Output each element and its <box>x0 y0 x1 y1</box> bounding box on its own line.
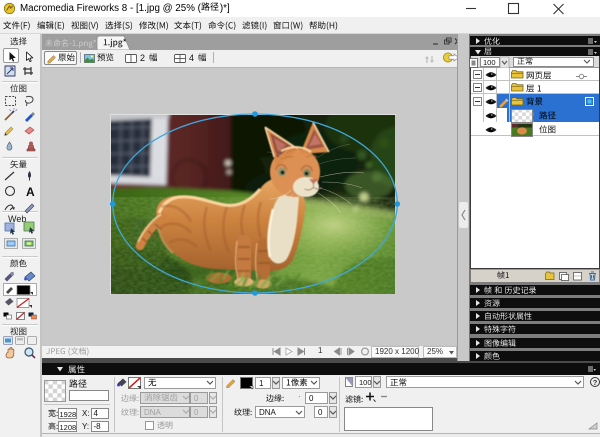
svg-text:?: ? <box>593 378 598 387</box>
